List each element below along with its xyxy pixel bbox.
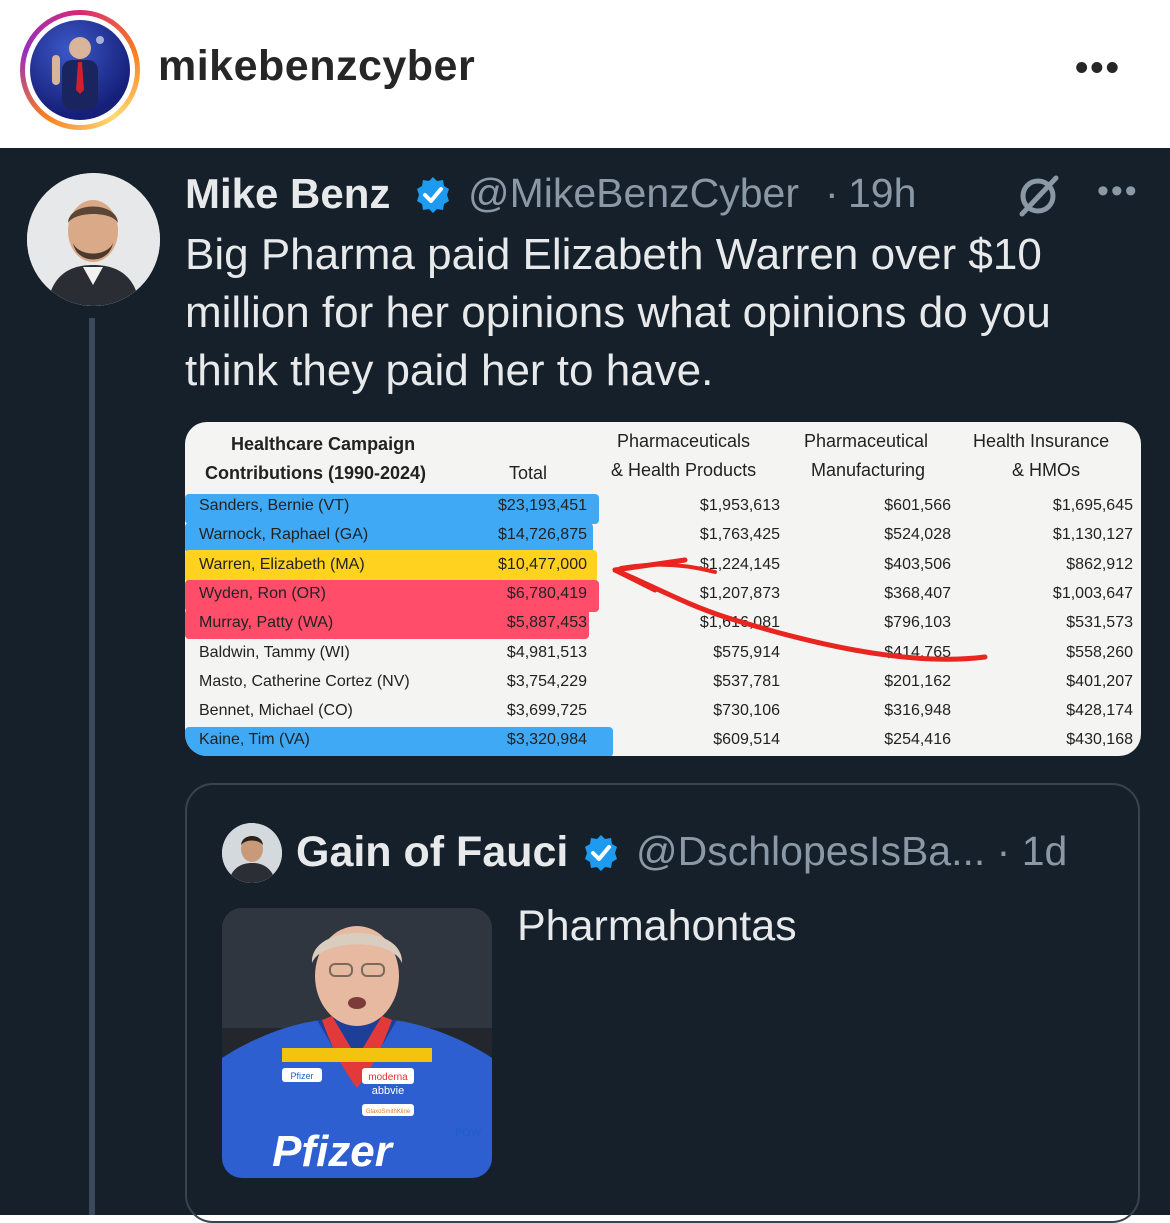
racing-suit-photo: moderna abbvie Pfizer GlaxoSmithKline Pf…: [222, 908, 492, 1178]
tweet-more-icon[interactable]: •••: [1097, 172, 1139, 211]
quoted-author-avatar[interactable]: [222, 823, 282, 883]
tweet-author-avatar[interactable]: [27, 173, 160, 306]
story-ring[interactable]: [20, 10, 140, 130]
quoted-timestamp[interactable]: 1d: [1022, 828, 1068, 874]
verified-badge-icon: [417, 177, 449, 213]
grok-icon[interactable]: [1014, 172, 1062, 220]
quoted-tweet-image[interactable]: moderna abbvie Pfizer GlaxoSmithKline Pf…: [222, 908, 492, 1178]
logo-gsk: GlaxoSmithKline: [366, 1109, 411, 1115]
more-options-icon[interactable]: •••: [1075, 48, 1121, 88]
tweet-author-handle[interactable]: @MikeBenzCyber: [468, 170, 799, 217]
quoted-author-name[interactable]: Gain of Fauci: [296, 828, 568, 877]
avatar-speaker-image: [52, 36, 104, 110]
separator-dot: ·: [825, 170, 839, 216]
thread-line: [89, 318, 95, 1215]
logo-moderna: moderna: [368, 1072, 408, 1083]
quoted-handle-text: @DschlopesIsBa...: [636, 828, 986, 874]
logo-abbvie: abbvie: [372, 1085, 404, 1097]
logo-pfizer-large: Pfizer: [272, 1127, 395, 1176]
quoted-separator-dot: ·: [996, 828, 1011, 874]
ig-username[interactable]: mikebenzcyber: [158, 42, 475, 91]
tweet-text: Big Pharma paid Elizabeth Warren over $1…: [185, 230, 1051, 395]
tweet-image-contributions-table[interactable]: Healthcare Campaign Contributions (1990-…: [185, 422, 1141, 756]
tweet-author-name[interactable]: Mike Benz: [185, 170, 390, 218]
logo-pow: POW: [455, 1127, 482, 1139]
quoted-author-handle[interactable]: @DschlopesIsBa... · 1d: [636, 828, 1067, 875]
quoted-verified-badge-icon: [585, 835, 617, 871]
profile-avatar[interactable]: [30, 20, 130, 120]
red-arrow-annotation: [612, 557, 988, 662]
quoted-author-portrait: [222, 823, 282, 883]
author-portrait: [27, 173, 160, 306]
instagram-post-header: mikebenzcyber •••: [0, 0, 1170, 148]
tweet-timestamp[interactable]: 19h: [848, 170, 916, 217]
quoted-tweet-text: Pharmahontas: [517, 902, 797, 950]
logo-pfizer-small: Pfizer: [290, 1071, 313, 1081]
